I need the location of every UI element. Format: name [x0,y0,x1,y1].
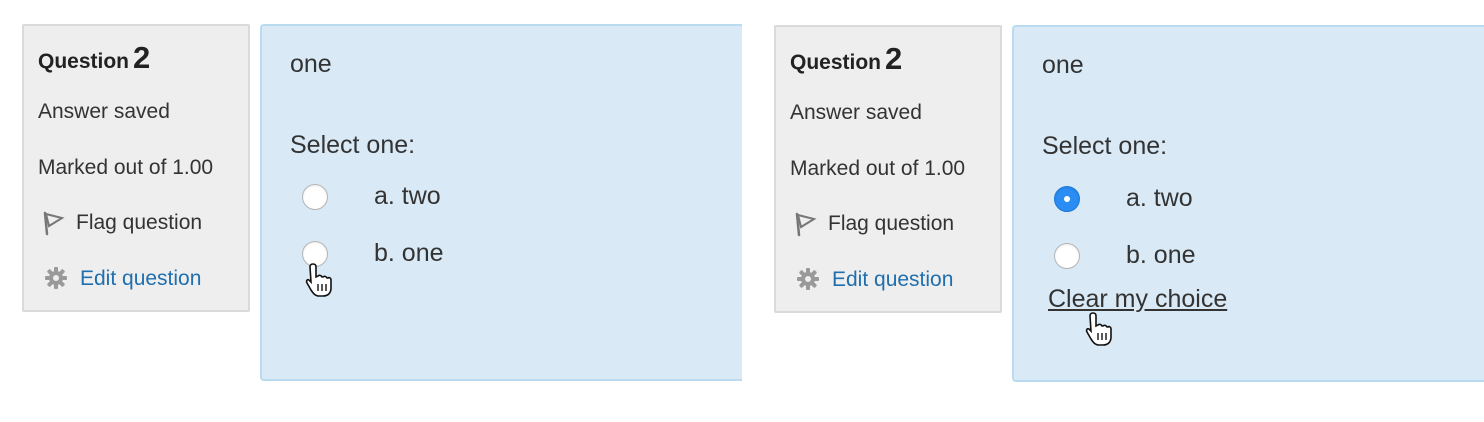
edit-question-row: Edit question [44,266,201,292]
question-number: 2 [885,41,903,76]
gear-icon [44,266,70,292]
flag-icon [40,210,66,236]
flag-question-toggle[interactable]: Flag question [792,211,954,237]
edit-question-row: Edit question [796,267,953,293]
question-label: Question [790,51,882,74]
answer-option-a[interactable]: a. two [302,182,441,211]
option-a-label: a. two [1126,184,1193,212]
question-content-panel-2: one Select one: a. two b. one Clear my c… [1012,25,1484,382]
question-text: one [290,50,332,78]
radio-option-a[interactable] [1054,185,1080,212]
clear-my-choice-link[interactable]: Clear my choice [1048,285,1227,314]
answer-prompt: Select one: [1042,132,1168,160]
edit-question-link[interactable]: Edit question [832,268,953,292]
question-label: Question [38,50,130,73]
flag-question-toggle[interactable]: Flag question [40,210,202,236]
question-grade: Marked out of 1.00 [790,157,966,180]
flag-question-label: Flag question [76,211,203,234]
answer-option-b[interactable]: b. one [1054,241,1196,270]
flag-icon [792,211,818,237]
question-info-panel-2: Question 2 Answer saved Marked out of 1.0… [774,25,1002,313]
question-info-panel-1: Question 2 Answer saved Marked out of 1.0… [22,24,250,312]
question-grade: Marked out of 1.00 [38,156,214,179]
answer-option-a[interactable]: a. two [1054,184,1193,213]
radio-option-a[interactable] [302,183,328,210]
question-text: one [1042,51,1084,79]
option-b-label: b. one [1126,241,1196,269]
flag-question-label: Flag question [828,212,955,235]
question-number: 2 [133,40,151,75]
question-content-panel-1: one Select one: a. two b. one [260,24,742,381]
hand-pointer-cursor [1084,311,1114,347]
option-b-label: b. one [374,239,444,267]
hand-pointer-cursor [304,262,334,298]
radio-option-b[interactable] [1054,242,1080,269]
question-title: Question 2 [38,40,150,76]
question-state: Answer saved [790,101,922,124]
question-title: Question 2 [790,41,902,77]
gear-icon [796,267,822,293]
option-a-label: a. two [374,182,441,210]
question-state: Answer saved [38,100,170,123]
edit-question-link[interactable]: Edit question [80,267,201,291]
answer-prompt: Select one: [290,131,416,159]
